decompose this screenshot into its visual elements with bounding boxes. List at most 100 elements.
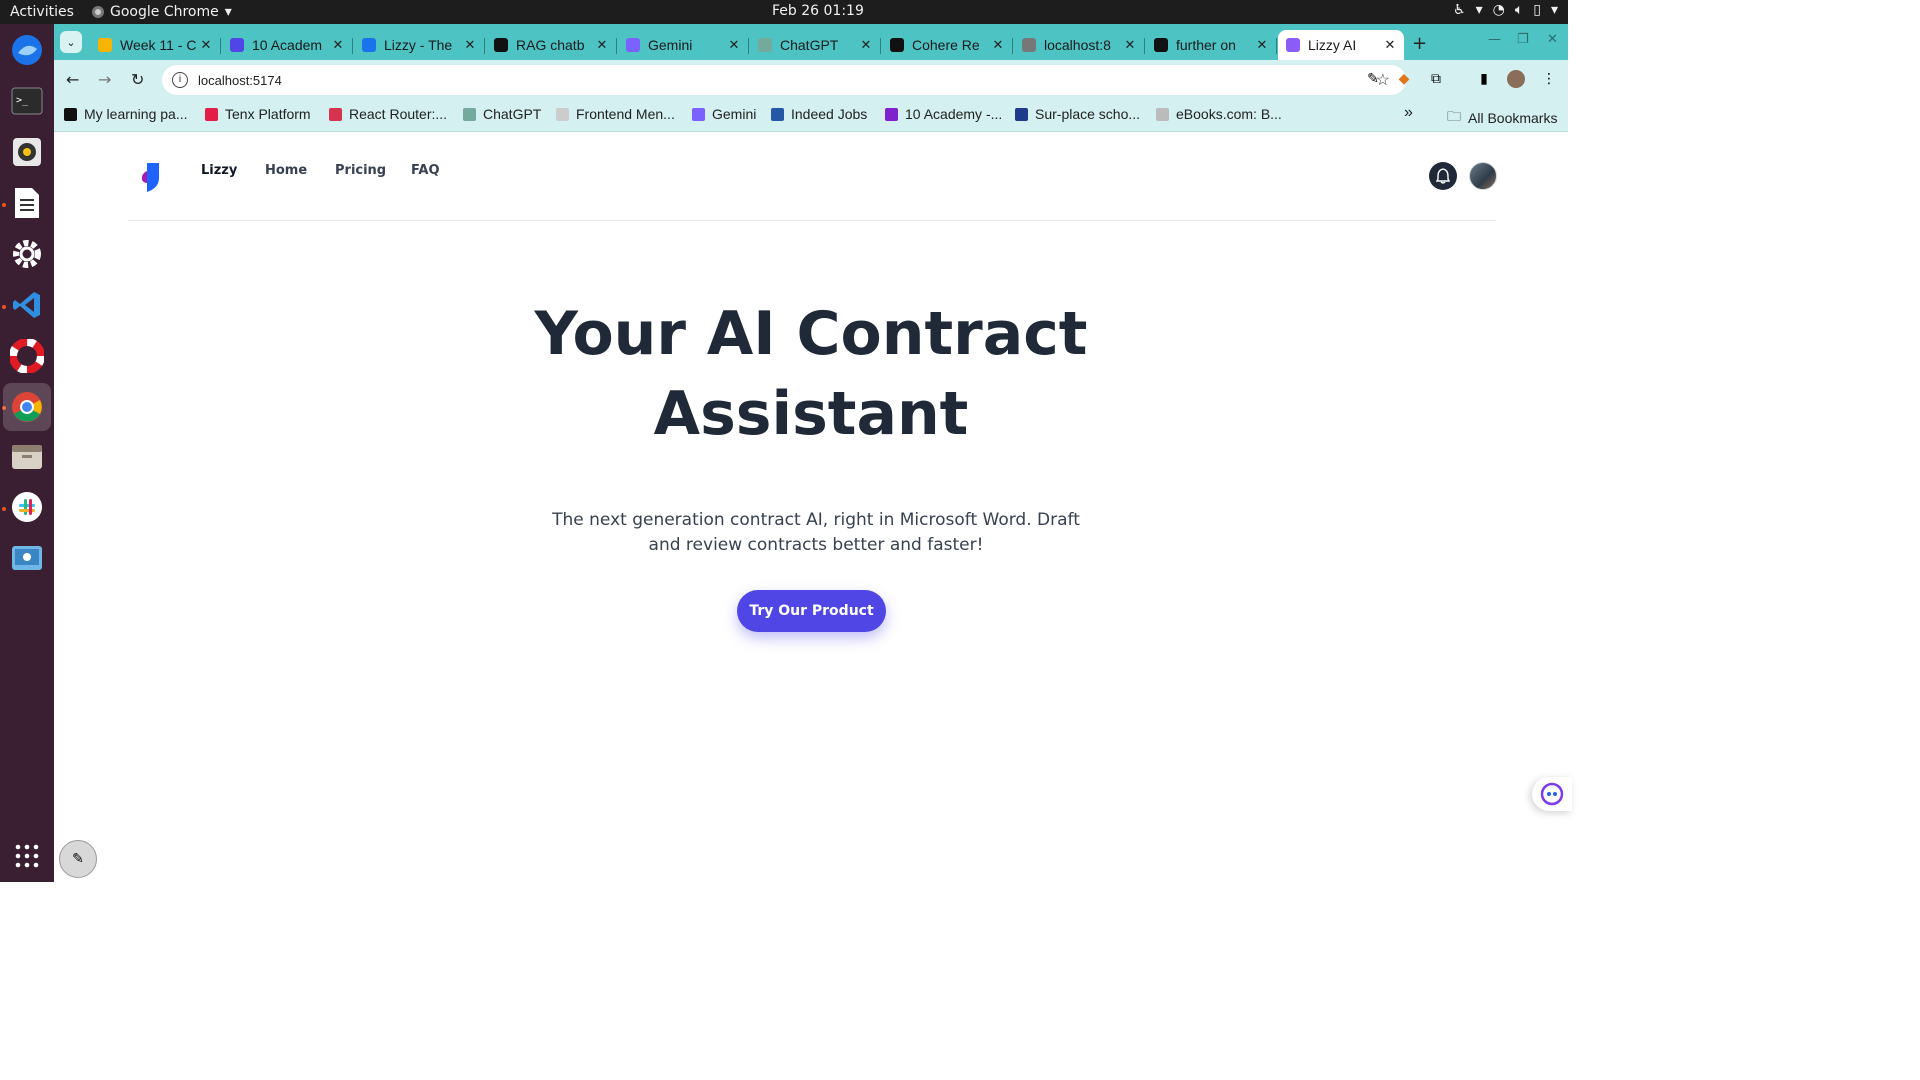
close-tab-icon[interactable]: ✕: [594, 37, 610, 53]
close-window-button[interactable]: ✕: [1547, 32, 1558, 47]
browser-tab[interactable]: ChatGPT ✕: [750, 30, 881, 60]
slack-icon[interactable]: [7, 487, 47, 527]
browser-tab[interactable]: Week 11 - C ✕: [90, 30, 221, 60]
tab-separator: [1144, 38, 1145, 54]
system-tray[interactable]: ♿︎ ▾ ◔ 🔈︎ ▯ ▾: [1453, 2, 1558, 18]
notifications-button[interactable]: [1429, 162, 1457, 190]
close-tab-icon[interactable]: ✕: [1254, 37, 1270, 53]
bookmark-item[interactable]: Indeed Jobs: [771, 106, 867, 122]
terminal-icon[interactable]: >_: [7, 81, 47, 121]
bookmark-item[interactable]: Frontend Men...: [556, 106, 675, 122]
wifi-icon[interactable]: ◔: [1493, 2, 1505, 18]
rhythmbox-icon[interactable]: [7, 132, 47, 172]
nav-link-pricing[interactable]: Pricing: [335, 163, 386, 178]
maximize-button[interactable]: ❐: [1517, 32, 1529, 47]
bookmark-label: Gemini: [712, 106, 757, 122]
tab-favicon-icon: [890, 38, 904, 52]
show-apps-icon[interactable]: [7, 836, 47, 876]
accessibility-icon[interactable]: ♿︎: [1453, 2, 1466, 18]
address-bar[interactable]: i localhost:5174 ☆: [162, 65, 1406, 95]
bookmark-favicon-icon: [556, 107, 569, 121]
help-icon[interactable]: [7, 336, 47, 376]
metamask-icon[interactable]: ◆: [1395, 70, 1413, 88]
bookmark-label: 10 Academy -...: [905, 106, 1003, 122]
browser-tab[interactable]: Cohere Re ✕: [882, 30, 1013, 60]
browser-tab[interactable]: 10 Academ ✕: [222, 30, 353, 60]
screenshot-icon[interactable]: [7, 538, 47, 578]
chrome-icon[interactable]: [3, 383, 51, 431]
browser-tab[interactable]: Lizzy AI ✕: [1278, 30, 1404, 60]
close-tab-icon[interactable]: ✕: [1122, 37, 1138, 53]
bookmarks-overflow-button[interactable]: »: [1404, 104, 1413, 122]
files-icon[interactable]: [7, 437, 47, 477]
user-avatar[interactable]: [1469, 162, 1497, 190]
tab-title: 10 Academ: [252, 37, 323, 53]
tab-favicon-icon: [494, 38, 508, 52]
browser-tab[interactable]: localhost:8 ✕: [1014, 30, 1145, 60]
pen-extension-icon[interactable]: ✎: [1364, 70, 1382, 88]
browser-tab[interactable]: RAG chatb ✕: [486, 30, 617, 60]
tab-favicon-icon: [1022, 38, 1036, 52]
new-tab-button[interactable]: +: [1412, 33, 1427, 54]
side-panel-icon[interactable]: ▮: [1475, 70, 1493, 88]
forward-button[interactable]: →: [98, 70, 111, 89]
annotation-pen-button[interactable]: ✎: [59, 840, 97, 878]
profile-avatar[interactable]: [1507, 70, 1525, 88]
vscode-icon[interactable]: [7, 285, 47, 325]
nav-link-faq[interactable]: FAQ: [411, 163, 440, 178]
close-tab-icon[interactable]: ✕: [990, 37, 1006, 53]
volume-icon[interactable]: 🔈︎: [1515, 2, 1523, 18]
clock[interactable]: Feb 26 01:19: [772, 3, 864, 19]
bookmark-item[interactable]: 10 Academy -...: [885, 106, 1002, 122]
all-bookmarks-button[interactable]: 🗀︎ All Bookmarks: [1447, 106, 1557, 130]
thunderbird-icon[interactable]: [7, 30, 47, 70]
close-tab-icon[interactable]: ✕: [726, 37, 742, 53]
bookmark-item[interactable]: eBooks.com: B...: [1156, 106, 1282, 122]
hero-title-line-2: Assistant: [653, 379, 969, 449]
tab-favicon-icon: [1286, 38, 1300, 52]
try-our-product-button[interactable]: Try Our Product: [737, 590, 886, 632]
browser-tab[interactable]: Gemini ✕: [618, 30, 749, 60]
bell-icon: [1436, 168, 1450, 184]
chrome-menu-icon[interactable]: ⋮: [1540, 70, 1558, 88]
bookmarks-bar: My learning pa... Tenx Platform React Rout…: [54, 100, 1568, 132]
bookmark-favicon-icon: [463, 107, 476, 121]
reload-button[interactable]: ↻: [131, 70, 144, 89]
site-info-icon[interactable]: i: [172, 72, 188, 88]
nav-brand-link[interactable]: Lizzy: [201, 163, 237, 178]
bookmark-item[interactable]: React Router:...: [329, 106, 447, 122]
browser-tab[interactable]: Lizzy - The ✕: [354, 30, 485, 60]
activities-button[interactable]: Activities: [0, 4, 80, 20]
battery-icon[interactable]: ▯: [1533, 2, 1541, 18]
bookmark-item[interactable]: ChatGPT: [463, 106, 541, 122]
extensions-puzzle-icon[interactable]: ⧉: [1427, 70, 1445, 88]
close-tab-icon[interactable]: ✕: [1382, 37, 1398, 53]
app-menu[interactable]: Google Chrome ▾: [92, 4, 232, 20]
bookmark-favicon-icon: [1015, 107, 1028, 121]
tab-title: localhost:8: [1044, 37, 1111, 53]
chat-widget-button[interactable]: [1532, 777, 1572, 811]
back-button[interactable]: ←: [66, 70, 79, 89]
bookmark-label: Tenx Platform: [225, 106, 311, 122]
chevron-down-icon: ▾: [1550, 2, 1558, 18]
bookmark-item[interactable]: My learning pa...: [64, 106, 188, 122]
site-navbar: Lizzy Home Pricing FAQ: [128, 132, 1497, 221]
close-tab-icon[interactable]: ✕: [462, 37, 478, 53]
tab-title: RAG chatb: [516, 37, 585, 53]
text-editor-icon[interactable]: [7, 183, 47, 223]
minimize-button[interactable]: —: [1488, 32, 1501, 47]
bookmark-item[interactable]: Tenx Platform: [205, 106, 311, 122]
bookmark-item[interactable]: Gemini: [692, 106, 756, 122]
close-tab-icon[interactable]: ✕: [858, 37, 874, 53]
bookmark-item[interactable]: Sur-place scho...: [1015, 106, 1140, 122]
settings-icon[interactable]: [7, 234, 47, 274]
lizzy-logo-icon[interactable]: [136, 160, 162, 194]
tab-title: Lizzy - The: [384, 37, 453, 53]
close-tab-icon[interactable]: ✕: [198, 37, 214, 53]
web-page: Lizzy Home Pricing FAQ Your AI Contract …: [54, 132, 1572, 882]
nav-link-home[interactable]: Home: [265, 163, 307, 178]
browser-tab[interactable]: further on ✕: [1146, 30, 1277, 60]
tab-search-button[interactable]: ⌄: [60, 31, 82, 53]
url-text[interactable]: localhost:5174: [198, 73, 282, 88]
close-tab-icon[interactable]: ✕: [330, 37, 346, 53]
